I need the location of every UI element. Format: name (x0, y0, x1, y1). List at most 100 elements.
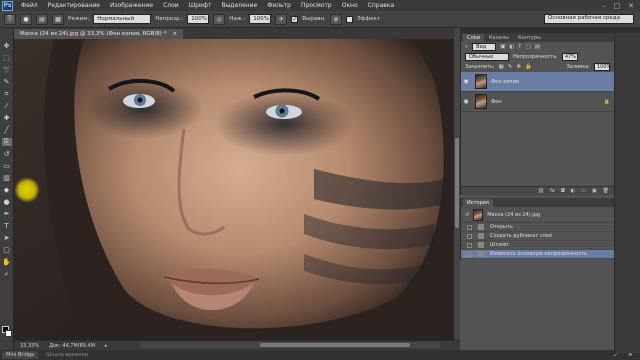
background-color-swatch[interactable] (5, 330, 12, 337)
document-canvas[interactable] (14, 39, 454, 340)
menu-layers[interactable]: Слои (158, 2, 184, 9)
brush-size-icon[interactable]: ● (20, 13, 32, 25)
layer-row[interactable]: ◉ Фон 🔒 (461, 92, 614, 112)
pressure-opacity-icon[interactable]: ◎ (213, 13, 226, 25)
adjustment-layer-icon[interactable]: ◐ (571, 188, 575, 194)
history-state[interactable]: Создать дубликат слоя (461, 232, 614, 241)
menu-type[interactable]: Шрифт (184, 2, 217, 9)
clone-source-icon[interactable]: ▦ (52, 13, 64, 25)
brush-tool-icon[interactable]: ╱ (2, 126, 12, 134)
new-layer-icon[interactable]: ▣ (592, 188, 597, 194)
eraser-tool-icon[interactable]: ▭ (2, 162, 12, 170)
filter-smart-icon[interactable]: ▤ (535, 44, 540, 50)
new-group-icon[interactable]: ▭ (581, 188, 586, 194)
sample-icon[interactable]: ⊕ (329, 13, 342, 25)
filter-shape-icon[interactable]: ▢ (525, 44, 530, 50)
clone-stamp-tool-icon[interactable]: ⎘ (1, 138, 12, 146)
menu-help[interactable]: Справка (363, 2, 399, 9)
filter-type-icon[interactable]: T (518, 44, 521, 50)
path-select-tool-icon[interactable]: ➤ (2, 234, 12, 242)
menu-filter[interactable]: Фильтр (262, 2, 296, 9)
filter-adjust-icon[interactable]: ◐ (509, 44, 514, 50)
layer-opacity-field[interactable]: 47% (561, 53, 578, 61)
add-mask-icon[interactable]: ◘ (561, 188, 565, 194)
menu-view[interactable]: Просмотр (296, 2, 337, 9)
layer-name[interactable]: Фон (491, 99, 502, 105)
tab-layers[interactable]: Слои (463, 34, 484, 42)
menu-image[interactable]: Изображение (105, 2, 158, 9)
tab-history[interactable]: История (463, 199, 493, 207)
lasso-tool-icon[interactable]: ➰ (2, 66, 12, 74)
pen-tool-icon[interactable]: ✒ (2, 210, 12, 218)
delete-layer-icon[interactable]: 🗑 (603, 188, 609, 194)
visibility-eye-icon[interactable]: ◉ (461, 98, 471, 105)
move-tool-icon[interactable]: ✥ (2, 42, 12, 50)
history-state[interactable]: Открыть (461, 223, 614, 232)
menu-window[interactable]: Окно (337, 2, 363, 9)
history-source-checkbox[interactable] (467, 251, 472, 257)
tab-timeline[interactable]: Шкала времени (42, 351, 92, 359)
blur-tool-icon[interactable]: ◆ (2, 186, 12, 194)
horizontal-scrollbar[interactable] (140, 342, 440, 348)
hand-tool-icon[interactable]: ✋ (2, 258, 12, 266)
vertical-scroll-thumb[interactable] (455, 138, 459, 228)
tab-mini-bridge[interactable]: Mini Bridge (2, 351, 39, 359)
lock-image-icon[interactable]: ✎ (508, 64, 513, 70)
document-tab[interactable]: Маска (24 из 24).jpg @ 33,3% (Фон копия,… (14, 29, 184, 39)
history-state[interactable]: Штамп (461, 241, 614, 250)
effect-checkbox[interactable] (345, 15, 353, 23)
fill-field[interactable]: 100% (594, 63, 611, 71)
align-checkbox[interactable]: ✓ (291, 15, 299, 23)
menu-file[interactable]: Файл (16, 2, 43, 9)
gradient-tool-icon[interactable]: ▥ (2, 174, 12, 182)
lock-position-icon[interactable]: ✥ (516, 64, 521, 70)
history-snapshot[interactable]: ↺ Маска (24 из 24).jpg (461, 207, 614, 223)
marquee-tool-icon[interactable]: ⬚ (2, 54, 12, 62)
horizontal-scroll-thumb[interactable] (260, 343, 410, 347)
history-brush-tool-icon[interactable]: ↺ (2, 150, 12, 158)
quick-select-tool-icon[interactable]: ✎ (2, 78, 12, 86)
close-tab-icon[interactable]: × (172, 31, 177, 37)
type-tool-icon[interactable]: T (2, 222, 12, 230)
shape-tool-icon[interactable]: ▢ (2, 246, 12, 254)
mode-select[interactable]: Нормальный (93, 14, 152, 24)
airbrush-icon[interactable]: ✈ (275, 13, 288, 25)
workspace-select[interactable]: Основная рабочая среда (544, 14, 634, 24)
fx-icon[interactable]: fx (550, 188, 555, 194)
dodge-tool-icon[interactable]: ● (2, 198, 12, 206)
stamp-tool-icon[interactable]: ⎘ (4, 13, 16, 25)
history-source-checkbox[interactable] (467, 233, 472, 239)
history-source-checkbox[interactable] (467, 242, 472, 248)
pressure-field[interactable]: 100% (249, 14, 272, 24)
history-source-checkbox[interactable] (467, 224, 472, 230)
eyedropper-tool-icon[interactable]: ⁄ (2, 102, 12, 110)
blend-mode-select[interactable]: Обычные (465, 53, 509, 61)
tab-paths[interactable]: Контуры (514, 34, 545, 42)
history-brush-source-icon[interactable]: ↺ (465, 212, 469, 218)
close-icon[interactable]: ✕ (628, 2, 634, 10)
link-layers-icon[interactable]: ⛓ (538, 188, 544, 194)
lock-all-icon[interactable]: 🔒 (525, 64, 532, 70)
zoom-level[interactable]: 33,33% (20, 343, 39, 349)
opacity-field[interactable]: 100% (187, 14, 210, 24)
lock-transparent-icon[interactable]: ▦ (499, 64, 504, 70)
menu-edit[interactable]: Редактирование (43, 2, 105, 9)
status-arrow-icon[interactable]: ▸ (105, 343, 108, 349)
visibility-eye-icon[interactable]: ◉ (461, 78, 471, 85)
tab-channels[interactable]: Каналы (485, 34, 513, 42)
filter-pixel-icon[interactable]: ▣ (500, 44, 505, 50)
layer-filter-select[interactable]: Вид (472, 43, 497, 51)
healing-tool-icon[interactable]: ✚ (2, 114, 12, 122)
crop-tool-icon[interactable]: ⌗ (2, 90, 12, 98)
brush-panel-icon[interactable]: ▤ (36, 13, 48, 25)
maximize-icon[interactable]: □ (614, 2, 621, 10)
layer-row[interactable]: ◉ Фон копия (461, 72, 614, 92)
blend-opacity-row: Обычные Непрозрачность: 47% (461, 52, 614, 62)
zoom-tool-icon[interactable]: ⌕ (2, 270, 12, 278)
search-icon: ⌕ (465, 43, 469, 50)
minimize-icon[interactable]: – (602, 2, 606, 10)
history-state[interactable]: Изменить основную непрозрачность (461, 250, 614, 259)
layers-panel: Слои Каналы Контуры ⌕ Вид ▣ ◐ T ▢ ▤ Обыч… (460, 33, 615, 195)
menu-select[interactable]: Выделение (216, 2, 262, 9)
layer-name[interactable]: Фон копия (491, 79, 519, 85)
